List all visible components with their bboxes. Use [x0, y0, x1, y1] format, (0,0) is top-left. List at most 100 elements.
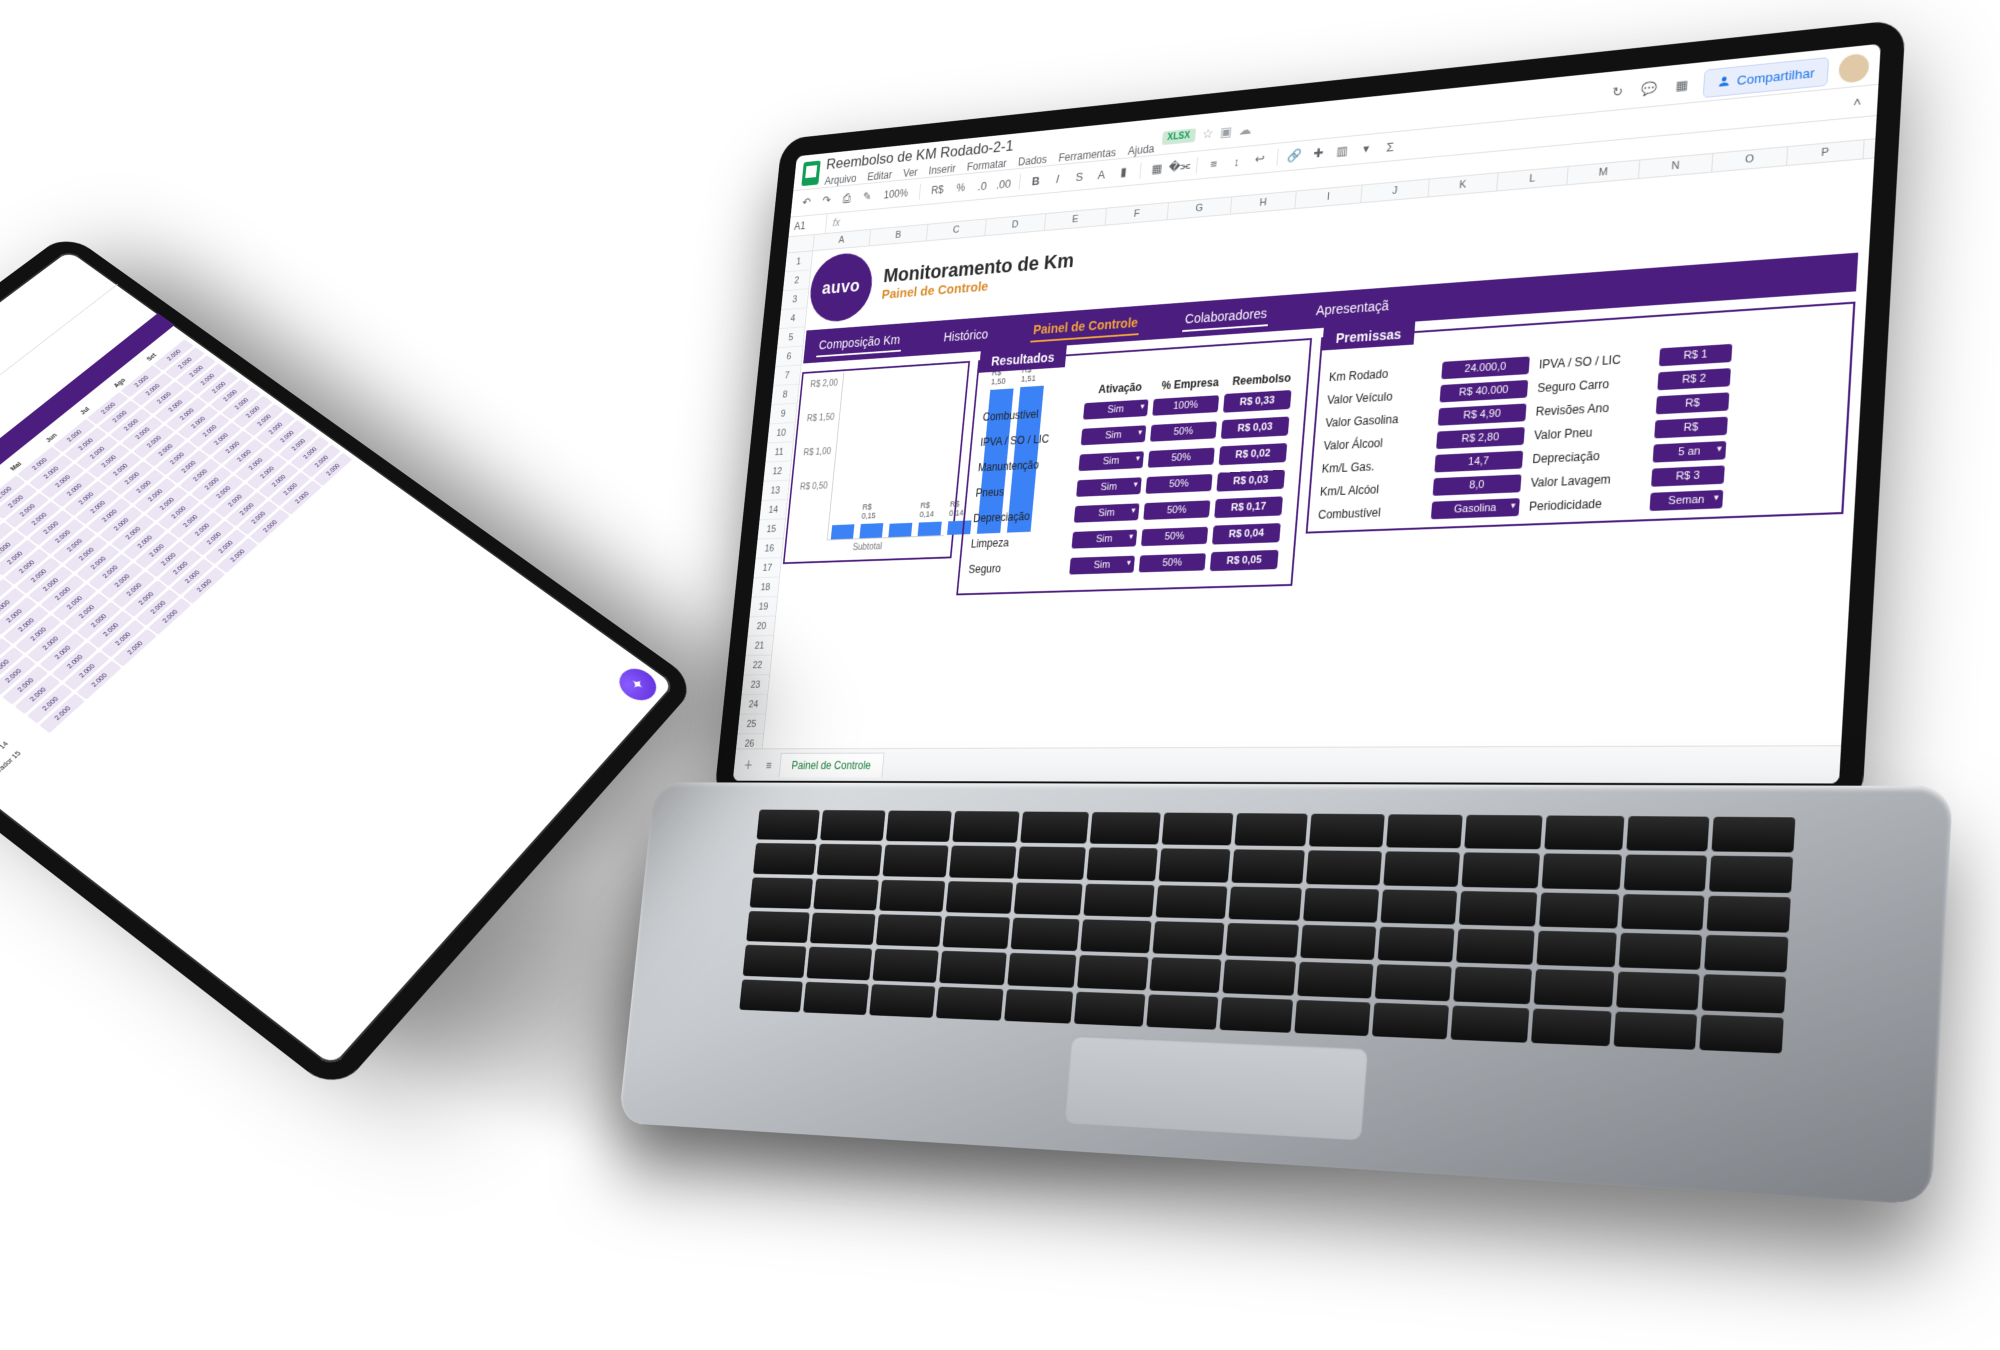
prem-value[interactable]: Gasolina: [1431, 498, 1520, 519]
premissas-card: Premissas Km Rodado24.000,0IPVA / SO / L…: [1306, 302, 1856, 534]
res-label: Limpeza: [970, 534, 1073, 551]
borders-icon[interactable]: ▦: [1147, 158, 1168, 180]
cloud-icon[interactable]: ☁: [1238, 121, 1252, 138]
strike-icon[interactable]: S: [1069, 166, 1089, 187]
ativacao-select[interactable]: Sim: [1083, 399, 1148, 419]
fill-color-icon[interactable]: ▮: [1113, 161, 1134, 183]
laptop-lid: Reembolso de KM Rodado-2-1 Arquivo Edita…: [714, 19, 1906, 807]
prem-value[interactable]: R$ 1: [1659, 344, 1732, 366]
prem-value[interactable]: R$: [1656, 392, 1730, 414]
valign-icon[interactable]: ↕: [1226, 150, 1247, 172]
bold-icon[interactable]: B: [1026, 170, 1046, 191]
tablet-device: auvo Monitoramento de Km Colaboradores P…: [0, 232, 698, 1093]
prem-value[interactable]: 5 an: [1653, 441, 1727, 463]
prem-label: Seguro Carro: [1537, 375, 1648, 395]
prem-label: Periodicidade: [1529, 495, 1641, 513]
ytick-3: R$ 1,00: [803, 447, 831, 458]
functions-icon[interactable]: Σ: [1379, 135, 1401, 158]
percent-button[interactable]: %: [951, 181, 971, 195]
empresa-value[interactable]: 50%: [1143, 500, 1210, 520]
merge-icon[interactable]: �⫘: [1169, 156, 1190, 178]
res-label: IPVA / SO / LIC: [980, 431, 1082, 449]
prem-value[interactable]: R$ 3: [1651, 465, 1725, 486]
res-label: Pneus: [975, 482, 1077, 499]
res-label: Manuntenção: [977, 456, 1079, 474]
link-icon[interactable]: 🔗: [1284, 145, 1306, 167]
dec-decrease-icon[interactable]: .0: [972, 175, 992, 196]
add-sheet-icon[interactable]: ＋: [738, 754, 759, 776]
wrap-icon[interactable]: ↩: [1249, 148, 1270, 170]
prem-value[interactable]: R$ 2: [1657, 368, 1731, 390]
prem-value[interactable]: R$: [1654, 417, 1728, 439]
prem-value[interactable]: R$ 40.000: [1440, 380, 1529, 403]
dec-increase-icon[interactable]: .00: [994, 173, 1014, 194]
chart-bars: R$ 0,15R$ 0,14R$ 0,14R$ 1,50R$ 1,51: [827, 365, 960, 540]
nav-composicao[interactable]: Composição Km: [816, 329, 903, 358]
reembolso-value: R$ 0,03: [1221, 417, 1290, 439]
sheet-canvas[interactable]: auvo Monitoramento de Km Painel de Contr…: [763, 158, 1875, 748]
empresa-value[interactable]: 50%: [1146, 474, 1213, 494]
prem-value[interactable]: 14,7: [1434, 451, 1523, 473]
zoom-select[interactable]: 100%: [878, 186, 913, 201]
nav-painel[interactable]: Painel de Controle: [1030, 311, 1140, 342]
filter-icon[interactable]: ▾: [1355, 138, 1377, 160]
chart-icon[interactable]: ▥: [1331, 140, 1353, 162]
sheet-tabs: ＋ ≡ Painel de Controle: [733, 745, 1841, 783]
prem-value[interactable]: 8,0: [1433, 474, 1522, 495]
empresa-value[interactable]: 50%: [1150, 421, 1217, 441]
prem-label: IPVA / SO / LIC: [1539, 351, 1650, 372]
redo-icon[interactable]: ↷: [817, 190, 836, 211]
move-icon[interactable]: ▣: [1220, 123, 1233, 140]
all-sheets-icon[interactable]: ≡: [758, 754, 779, 776]
paint-icon[interactable]: ✎: [858, 186, 877, 207]
prem-label: Valor Álcool: [1323, 434, 1428, 453]
ativacao-select[interactable]: Sim: [1076, 477, 1142, 497]
ativacao-select[interactable]: Sim: [1081, 425, 1146, 445]
insert-comment-icon[interactable]: ✚: [1308, 142, 1330, 164]
empresa-value[interactable]: 50%: [1139, 553, 1206, 572]
comment-icon[interactable]: 💬: [1638, 77, 1662, 101]
ytick-2: R$ 1,50: [806, 413, 834, 424]
col-empresa: % Empresa: [1154, 375, 1226, 392]
chat-fab-icon[interactable]: ✦: [612, 662, 663, 706]
text-color-icon[interactable]: A: [1091, 164, 1111, 186]
cell-reference[interactable]: A1: [789, 214, 828, 236]
ativacao-select[interactable]: Sim: [1072, 530, 1138, 549]
user-avatar[interactable]: [1838, 53, 1869, 84]
undo-icon[interactable]: ↶: [797, 192, 816, 212]
ativacao-select[interactable]: Sim: [1074, 503, 1140, 522]
resultados-header: Resultados: [979, 345, 1067, 372]
prem-value[interactable]: R$ 2,80: [1436, 427, 1525, 449]
meet-icon[interactable]: ▦: [1670, 74, 1694, 98]
nav-apresentacao[interactable]: Apresentaçã: [1313, 294, 1391, 322]
print-icon[interactable]: ⎙: [837, 188, 856, 209]
nav-colaboradores[interactable]: Colaboradores: [1182, 302, 1269, 332]
col-reembolso: Reembolso: [1225, 371, 1298, 389]
sheets-logo-icon: [801, 161, 820, 187]
prem-label: Combustível: [1318, 504, 1423, 522]
ativacao-select[interactable]: Sim: [1078, 451, 1144, 471]
ativacao-select[interactable]: Sim: [1069, 556, 1135, 575]
currency-button[interactable]: R$: [926, 183, 949, 197]
star-icon[interactable]: ☆: [1202, 125, 1214, 142]
resultado-row: SeguroSim50%R$ 0,05: [968, 550, 1284, 579]
sheet-tab-active[interactable]: Painel de Controle: [779, 753, 885, 778]
empresa-value[interactable]: 100%: [1152, 395, 1219, 416]
resultado-row: LimpezaSim50%R$ 0,04: [970, 523, 1286, 553]
trackpad: [1064, 1035, 1368, 1140]
empresa-value[interactable]: 50%: [1148, 448, 1215, 468]
italic-icon[interactable]: I: [1047, 168, 1067, 189]
prem-value[interactable]: 24.000,0: [1441, 356, 1530, 379]
resultado-row: DepreciaçãoSim50%R$ 0,17: [972, 496, 1288, 527]
empresa-value[interactable]: 50%: [1141, 527, 1208, 546]
prem-label: Valor Veículo: [1327, 388, 1431, 407]
halign-icon[interactable]: ≡: [1203, 153, 1224, 175]
collapse-toolbar-icon[interactable]: ˄: [1845, 90, 1870, 114]
nav-historico[interactable]: Histórico: [941, 323, 991, 348]
prem-value[interactable]: Seman: [1649, 490, 1723, 511]
history-icon[interactable]: ↻: [1606, 80, 1629, 103]
res-label: Combustível: [982, 405, 1084, 424]
prem-value[interactable]: R$ 4,90: [1438, 403, 1527, 425]
prem-label: Km Rodado: [1329, 364, 1433, 384]
prem-label: Revisões Ano: [1535, 399, 1646, 419]
